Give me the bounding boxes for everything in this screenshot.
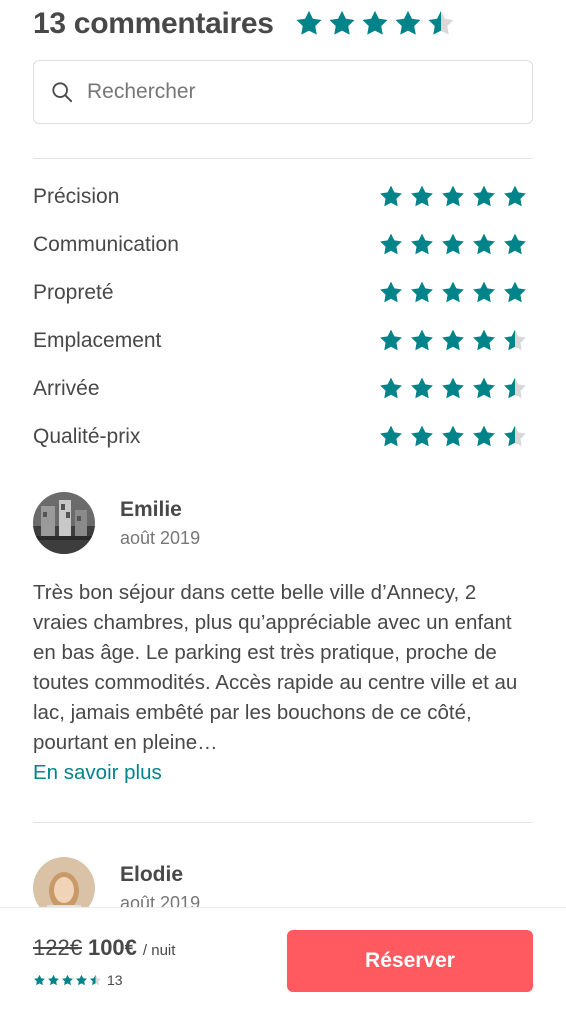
reviewer-name: Emilie bbox=[120, 497, 182, 521]
rating-stars bbox=[378, 184, 528, 210]
star-icon bbox=[395, 10, 421, 35]
star-icon bbox=[504, 329, 526, 351]
rating-label: Arrivée bbox=[33, 377, 100, 400]
rating-row-communication: Communication bbox=[33, 221, 533, 269]
star-icon bbox=[380, 281, 402, 303]
star-icon bbox=[329, 10, 355, 35]
star-icon bbox=[380, 185, 402, 207]
rating-row-value: Qualité-prix bbox=[33, 413, 533, 461]
book-button[interactable]: Réserver bbox=[287, 930, 533, 992]
footer-rating-stars bbox=[33, 974, 102, 987]
reviewer-info: Emilie août 2019 bbox=[120, 498, 200, 549]
booking-bar: 122€ 100€ / nuit 13 Réserver bbox=[0, 907, 566, 1024]
star-icon bbox=[296, 10, 322, 35]
star-icon bbox=[442, 425, 464, 447]
star-icon bbox=[504, 377, 526, 399]
star-icon bbox=[473, 281, 495, 303]
reviewer-name: Elodie bbox=[120, 862, 184, 886]
rating-label: Précision bbox=[33, 185, 120, 208]
star-icon bbox=[48, 974, 59, 985]
star-icon bbox=[90, 974, 101, 985]
category-ratings: Précision Communication Propreté Emplace… bbox=[33, 173, 533, 461]
review-text: Très bon séjour dans cette belle ville d… bbox=[33, 581, 518, 754]
star-icon bbox=[411, 281, 433, 303]
star-icon bbox=[34, 974, 45, 985]
star-icon bbox=[362, 10, 388, 35]
price-line: 122€ 100€ / nuit bbox=[33, 935, 175, 961]
reviews-header: 13 commentaires bbox=[33, 2, 533, 46]
review-date: août 2019 bbox=[120, 527, 201, 548]
star-icon bbox=[473, 329, 495, 351]
star-icon bbox=[380, 425, 402, 447]
per-night-label: / nuit bbox=[142, 942, 176, 959]
review-item: Emilie août 2019 Très bon séjour dans ce… bbox=[33, 492, 533, 788]
star-icon bbox=[473, 233, 495, 255]
rating-row-precision: Précision bbox=[33, 173, 533, 221]
star-icon bbox=[504, 185, 526, 207]
rating-label: Propreté bbox=[33, 281, 114, 304]
avatar[interactable] bbox=[33, 492, 95, 554]
star-icon bbox=[473, 425, 495, 447]
star-icon bbox=[428, 10, 454, 35]
star-icon bbox=[411, 377, 433, 399]
rating-stars bbox=[378, 424, 528, 450]
read-more-link[interactable]: En savoir plus bbox=[33, 758, 533, 788]
star-icon bbox=[473, 377, 495, 399]
star-icon bbox=[380, 377, 402, 399]
star-icon bbox=[411, 233, 433, 255]
rating-label: Qualité-prix bbox=[33, 425, 141, 448]
rating-row-location: Emplacement bbox=[33, 317, 533, 365]
rating-label: Emplacement bbox=[33, 329, 162, 352]
overall-rating-stars bbox=[294, 9, 456, 39]
reviewer-header: Emilie août 2019 bbox=[33, 492, 533, 554]
star-icon bbox=[76, 974, 87, 985]
star-icon bbox=[442, 329, 464, 351]
star-icon bbox=[504, 425, 526, 447]
star-icon bbox=[442, 185, 464, 207]
search-input[interactable] bbox=[87, 80, 487, 104]
reviews-count-title: 13 commentaires bbox=[33, 7, 274, 40]
rating-stars bbox=[378, 232, 528, 258]
star-icon bbox=[62, 974, 73, 985]
review-count: 13 bbox=[107, 972, 123, 988]
search-icon bbox=[52, 82, 73, 103]
star-icon bbox=[442, 233, 464, 255]
star-icon bbox=[380, 329, 402, 351]
divider bbox=[33, 822, 533, 823]
star-icon bbox=[411, 185, 433, 207]
star-icon bbox=[442, 281, 464, 303]
footer-rating[interactable]: 13 bbox=[33, 972, 123, 988]
star-icon bbox=[504, 233, 526, 255]
star-icon bbox=[473, 185, 495, 207]
star-icon bbox=[442, 377, 464, 399]
rating-stars bbox=[378, 280, 528, 306]
rating-row-cleanliness: Propreté bbox=[33, 269, 533, 317]
rating-stars bbox=[378, 376, 528, 402]
price: 100€ bbox=[87, 935, 137, 960]
star-icon bbox=[411, 329, 433, 351]
star-icon bbox=[380, 233, 402, 255]
old-price: 122€ bbox=[33, 935, 82, 960]
star-icon bbox=[411, 425, 433, 447]
search-box[interactable] bbox=[33, 60, 533, 124]
reviewer-info: Elodie août 2019 bbox=[120, 863, 200, 914]
divider bbox=[33, 158, 533, 159]
rating-row-checkin: Arrivée bbox=[33, 365, 533, 413]
rating-stars bbox=[378, 328, 528, 354]
rating-label: Communication bbox=[33, 233, 179, 256]
star-icon bbox=[504, 281, 526, 303]
